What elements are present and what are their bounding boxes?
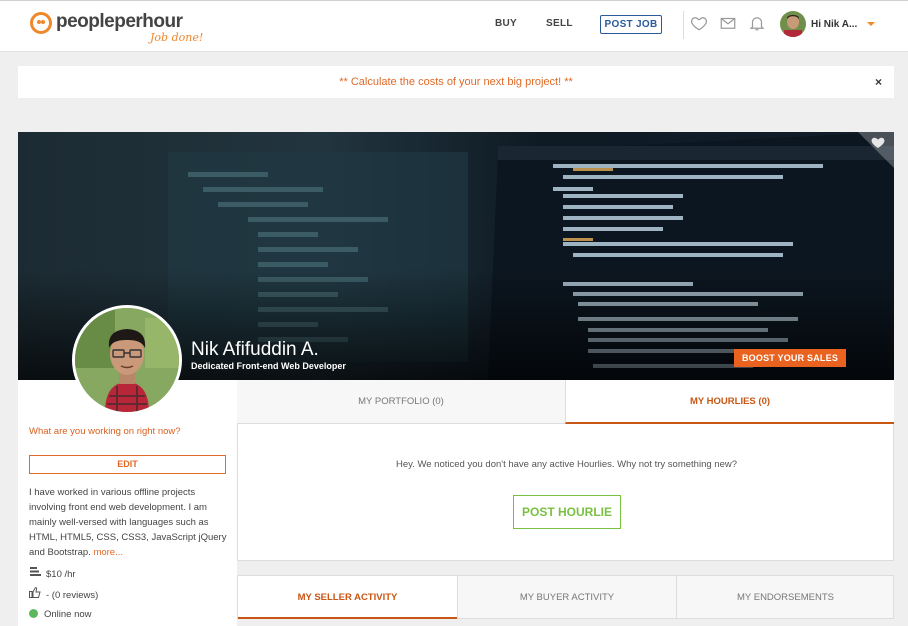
nav-buy-link[interactable]: BUY [495,18,517,29]
online-status: Online now [29,609,92,620]
hourlies-panel: Hey. We noticed you don't have any activ… [237,424,894,561]
logo-text: peopleperhour [56,11,183,32]
favorite-heart-icon[interactable] [858,132,894,168]
bell-icon[interactable] [748,14,766,32]
money-icon [29,566,41,580]
caret-down-icon[interactable] [867,22,875,26]
tab-seller-activity[interactable]: MY SELLER ACTIVITY [238,576,457,619]
user-avatar[interactable] [780,11,806,37]
tab-endorsements[interactable]: MY ENDORSEMENTS [676,576,894,619]
reviews-count: - (0 reviews) [29,587,98,601]
hourly-rate-value: $10 /hr [46,569,76,580]
peopleperhour-logo[interactable]: peopleperhour Job done! [30,10,204,48]
top-header: peopleperhour Job done! BUY SELL POST JO… [0,0,908,52]
profile-sidebar: What are you working on right now? EDIT … [18,380,237,626]
profile-bio: I have worked in various offline project… [29,485,229,560]
logo-face-icon [30,12,52,34]
online-status-text: Online now [44,609,92,620]
mail-icon[interactable] [719,14,737,32]
bio-more-link[interactable]: more... [93,547,123,558]
profile-name: Nik Afifuddin A. [191,339,319,360]
activity-tabs: MY SELLER ACTIVITY MY BUYER ACTIVITY MY … [237,575,894,619]
promo-link[interactable]: ** Calculate the costs of your next big … [339,66,573,98]
profile-title: Dedicated Front-end Web Developer [191,361,346,371]
hourly-rate: $10 /hr [29,566,76,580]
edit-button[interactable]: EDIT [29,455,226,474]
tab-portfolio[interactable]: MY PORTFOLIO (0) [237,380,565,424]
profile-avatar[interactable] [72,305,182,415]
post-job-button[interactable]: POST JOB [600,15,662,34]
close-icon[interactable]: × [875,76,882,88]
thumbs-up-icon [29,587,41,601]
boost-sales-button[interactable]: BOOST YOUR SALES [734,349,846,367]
profile-tabs: MY PORTFOLIO (0) MY HOURLIES (0) [237,380,894,424]
heart-icon[interactable] [690,14,708,32]
nav-sell-link[interactable]: SELL [546,18,573,29]
post-hourlie-button[interactable]: POST HOURLIE [513,495,621,529]
tab-hourlies[interactable]: MY HOURLIES (0) [565,380,894,424]
promo-banner: ** Calculate the costs of your next big … [18,66,894,98]
user-greeting[interactable]: Hi Nik A... [811,19,857,30]
empty-hourlies-message: Hey. We noticed you don't have any activ… [396,459,737,470]
bio-text: I have worked in various offline project… [29,487,227,558]
working-on-prompt[interactable]: What are you working on right now? [29,426,181,437]
online-dot-icon [29,609,38,618]
nav-divider [683,11,684,39]
tab-buyer-activity[interactable]: MY BUYER ACTIVITY [457,576,676,619]
reviews-value[interactable]: - (0 reviews) [46,590,98,601]
logo-tagline: Job done! [150,31,204,44]
